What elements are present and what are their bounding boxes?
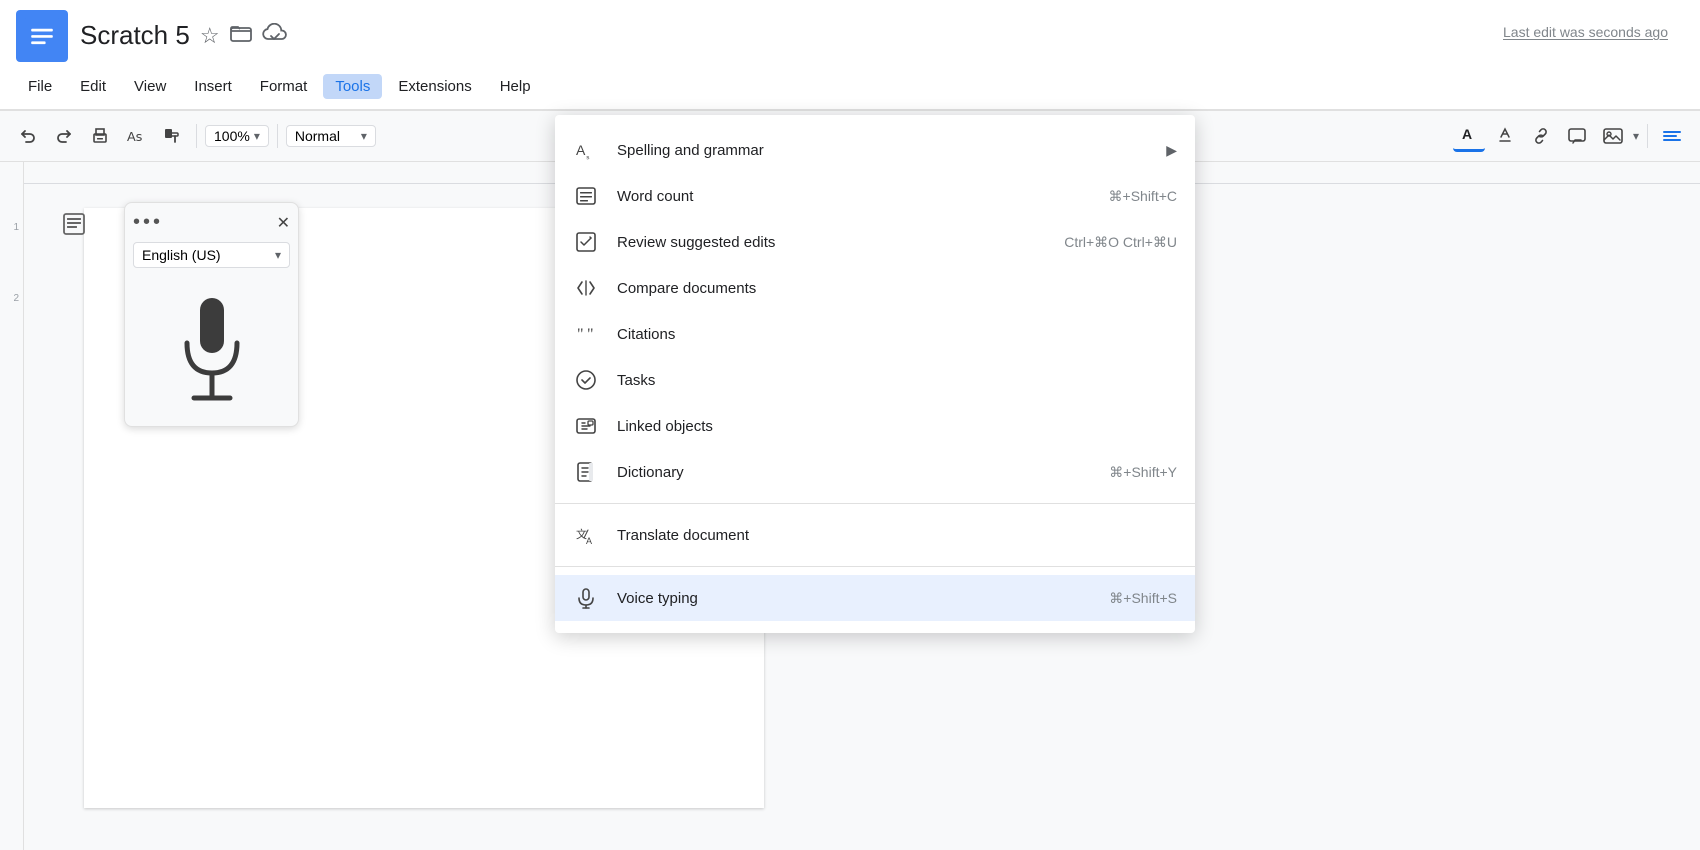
menu-item-voice-typing[interactable]: Voice typing ⌘+Shift+S (555, 575, 1195, 621)
comment-button[interactable] (1561, 120, 1593, 152)
linked-objects-label: Linked objects (617, 418, 1177, 435)
menu-item-citations[interactable]: "" Citations (555, 311, 1195, 357)
align-button[interactable] (1656, 120, 1688, 152)
compare-label: Compare documents (617, 280, 1177, 297)
menu-item-word-count[interactable]: Word count ⌘+Shift+C (555, 173, 1195, 219)
voice-widget-dots[interactable]: ••• (133, 211, 163, 234)
app-logo[interactable] (16, 10, 68, 62)
menu-help[interactable]: Help (488, 74, 543, 99)
spelling-icon: Aₛ (573, 137, 599, 163)
menu-extensions[interactable]: Extensions (386, 74, 483, 99)
tools-dropdown-menu: Aₛ Spelling and grammar ▶ Word count ⌘+S… (555, 115, 1195, 633)
svg-text:A: A (586, 536, 592, 546)
text-color-button[interactable]: A (1453, 120, 1485, 152)
toolbar-divider-1 (196, 124, 197, 148)
print-button[interactable] (84, 120, 116, 152)
zoom-value: 100% (214, 128, 250, 144)
svg-text:A: A (576, 142, 586, 158)
word-count-label: Word count (617, 188, 1091, 205)
doc-structure-icon[interactable] (62, 212, 86, 242)
highlight-button[interactable] (1489, 120, 1521, 152)
menu-tools[interactable]: Tools (323, 74, 382, 99)
menu-item-compare[interactable]: Compare documents (555, 265, 1195, 311)
style-value: Normal (295, 128, 340, 144)
menu-insert[interactable]: Insert (182, 74, 244, 99)
menu-view[interactable]: View (122, 74, 178, 99)
review-label: Review suggested edits (617, 234, 1046, 251)
voice-typing-label: Voice typing (617, 590, 1091, 607)
tasks-label: Tasks (617, 372, 1177, 389)
svg-text:": " (587, 326, 594, 343)
menu-edit[interactable]: Edit (68, 74, 118, 99)
menu-section-translate: 文 A Translate document (555, 503, 1195, 562)
translate-label: Translate document (617, 527, 1177, 544)
menu-section-voice: Voice typing ⌘+Shift+S (555, 566, 1195, 625)
svg-text:ₛ: ₛ (586, 151, 590, 161)
tasks-icon (573, 367, 599, 393)
review-shortcut: Ctrl+⌘O Ctrl+⌘U (1064, 234, 1177, 251)
title-row: Scratch 5 ☆ Last edit was seco (0, 0, 1700, 66)
linked-objects-icon (573, 413, 599, 439)
dictionary-label: Dictionary (617, 464, 1091, 481)
menu-bar: File Edit View Insert Format Tools Exten… (0, 66, 1700, 106)
review-icon (573, 229, 599, 255)
menu-item-linked-objects[interactable]: Linked objects (555, 403, 1195, 449)
doc-title: Scratch 5 (80, 20, 190, 51)
spellcheck-button[interactable]: Aꜱ (120, 120, 152, 152)
toolbar-divider-3 (1647, 124, 1648, 148)
line-numbers: 1 2 (0, 162, 24, 850)
paint-format-button[interactable] (156, 120, 188, 152)
cloud-icon[interactable] (262, 23, 288, 49)
voice-language-label: English (US) (142, 247, 221, 263)
dictionary-shortcut: ⌘+Shift+Y (1109, 464, 1177, 481)
menu-item-tasks[interactable]: Tasks (555, 357, 1195, 403)
title-meta: Scratch 5 ☆ (80, 20, 288, 51)
menu-file[interactable]: File (16, 74, 64, 99)
menu-item-spelling[interactable]: Aₛ Spelling and grammar ▶ (555, 127, 1195, 173)
translate-icon: 文 A (573, 522, 599, 548)
menu-item-review[interactable]: Review suggested edits Ctrl+⌘O Ctrl+⌘U (555, 219, 1195, 265)
toolbar-right: A ▾ (1453, 120, 1688, 152)
star-icon[interactable]: ☆ (200, 23, 220, 49)
voice-language-select[interactable]: English (US) ▾ (133, 242, 290, 268)
menu-section-main: Aₛ Spelling and grammar ▶ Word count ⌘+S… (555, 123, 1195, 499)
compare-icon (573, 275, 599, 301)
voice-widget-close[interactable]: ✕ (277, 213, 290, 233)
menu-item-translate[interactable]: 文 A Translate document (555, 512, 1195, 558)
voice-lang-dropdown-icon: ▾ (275, 248, 281, 262)
style-select[interactable]: Normal ▾ (286, 125, 376, 147)
menu-item-dictionary[interactable]: Dictionary ⌘+Shift+Y (555, 449, 1195, 495)
spelling-arrow: ▶ (1166, 142, 1177, 159)
image-button[interactable] (1597, 120, 1629, 152)
svg-text:A: A (1462, 126, 1472, 142)
word-count-icon (573, 183, 599, 209)
zoom-dropdown-icon: ▾ (254, 129, 260, 143)
redo-button[interactable] (48, 120, 80, 152)
undo-button[interactable] (12, 120, 44, 152)
zoom-select[interactable]: 100% ▾ (205, 125, 269, 147)
title-bar: Scratch 5 ☆ Last edit was seco (0, 0, 1700, 110)
spelling-label: Spelling and grammar (617, 142, 1148, 159)
voice-typing-icon (573, 585, 599, 611)
svg-text:Aꜱ: Aꜱ (127, 129, 143, 144)
dictionary-icon (573, 459, 599, 485)
voice-widget: ••• ✕ English (US) ▾ (124, 202, 299, 427)
voice-typing-shortcut: ⌘+Shift+S (1109, 590, 1177, 607)
microphone-icon[interactable] (172, 293, 252, 403)
menu-format[interactable]: Format (248, 74, 320, 99)
citations-icon: "" (573, 321, 599, 347)
voice-widget-header: ••• ✕ (133, 211, 290, 234)
last-edit-text: Last edit was seconds ago (1503, 10, 1684, 40)
style-dropdown-icon: ▾ (361, 129, 367, 143)
image-dropdown-icon[interactable]: ▾ (1633, 129, 1639, 143)
folder-icon[interactable] (230, 23, 252, 49)
toolbar-divider-2 (277, 124, 278, 148)
word-count-shortcut: ⌘+Shift+C (1109, 188, 1177, 205)
voice-mic-area[interactable] (133, 278, 290, 418)
svg-text:": " (577, 326, 584, 343)
citations-label: Citations (617, 326, 1177, 343)
link-button[interactable] (1525, 120, 1557, 152)
